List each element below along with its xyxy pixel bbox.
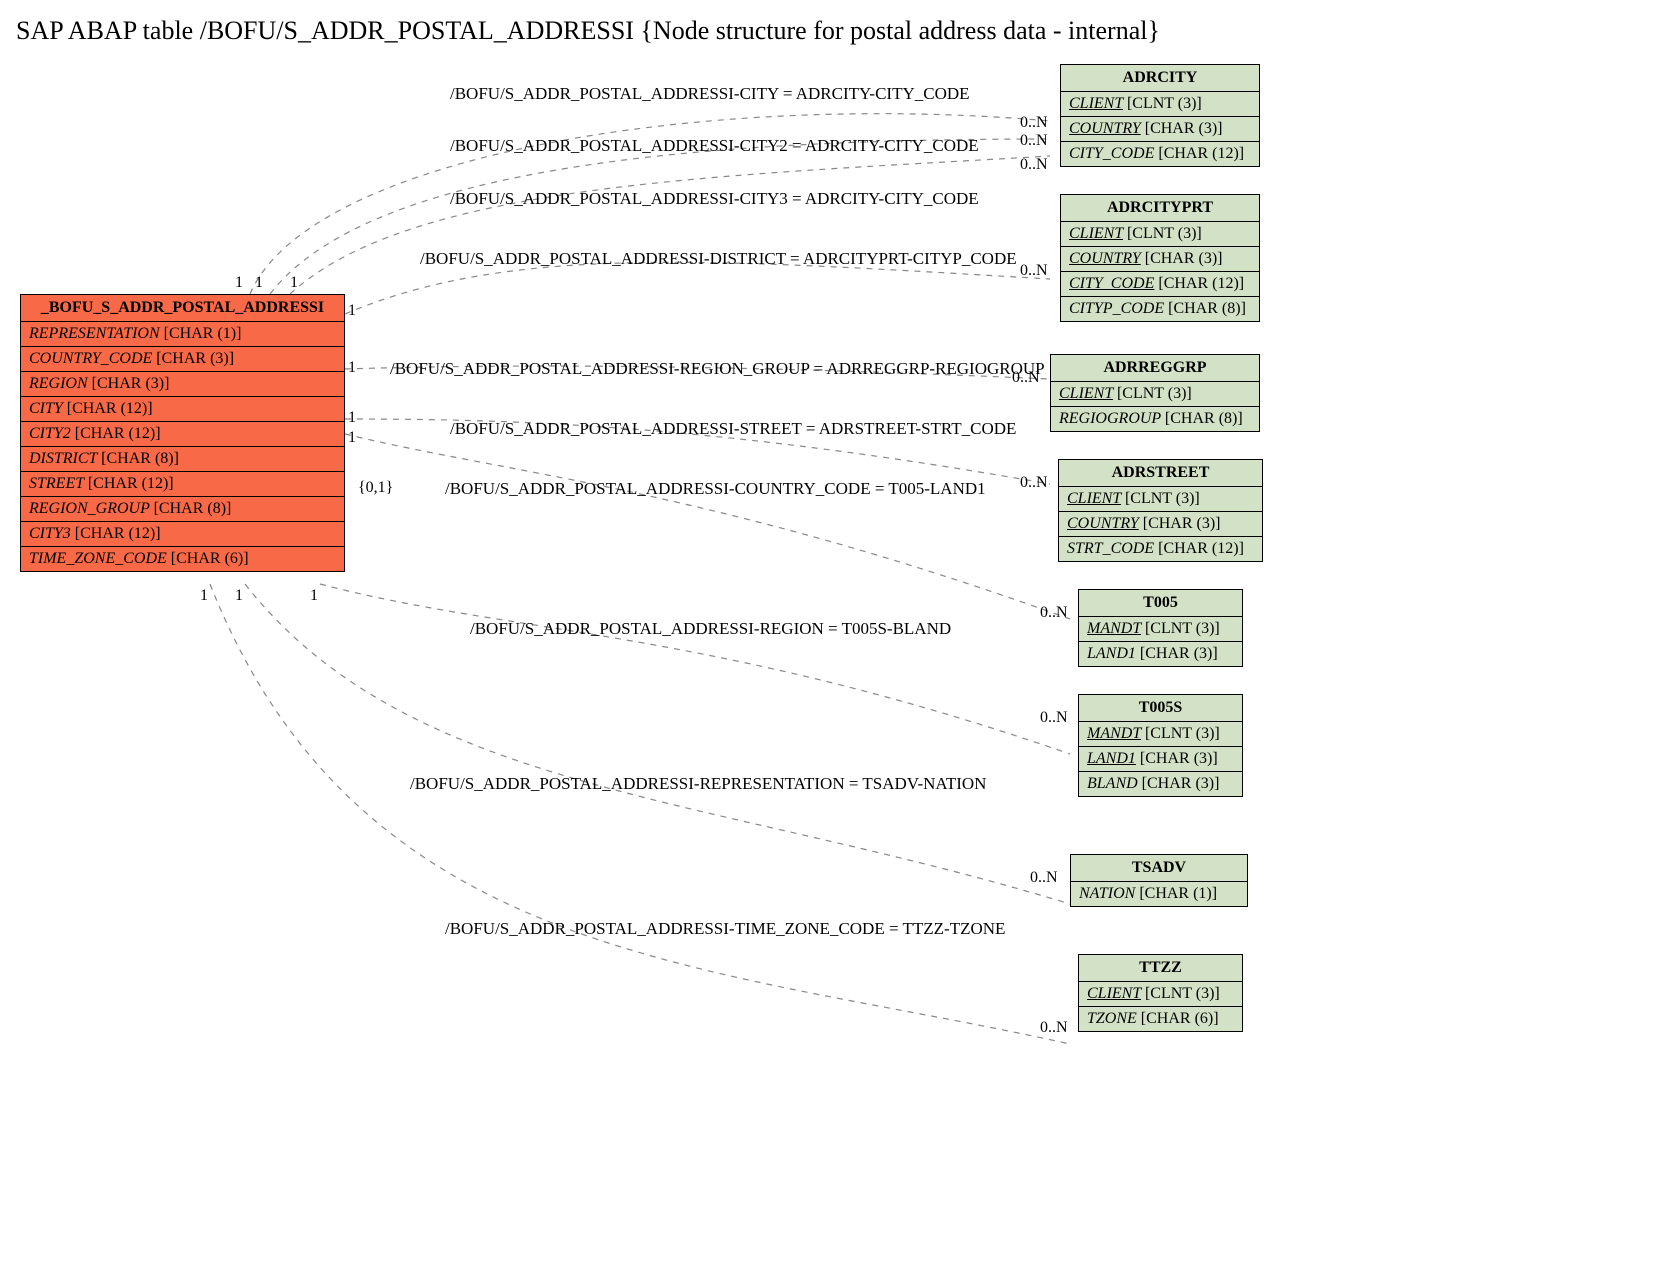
field-row: CITY_CODE [CHAR (12)] bbox=[1061, 272, 1259, 297]
relation-label: /BOFU/S_ADDR_POSTAL_ADDRESSI-REGION_GROU… bbox=[390, 359, 1045, 379]
field-row: STREET [CHAR (12)] bbox=[21, 472, 344, 497]
entity-adrreggrp: ADRREGGRP CLIENT [CLNT (3)] REGIOGROUP [… bbox=[1050, 354, 1260, 432]
cardinality-left: 1 bbox=[235, 274, 243, 292]
relation-label: /BOFU/S_ADDR_POSTAL_ADDRESSI-REPRESENTAT… bbox=[410, 774, 986, 794]
field-row: TIME_ZONE_CODE [CHAR (6)] bbox=[21, 547, 344, 571]
cardinality-left: {0,1} bbox=[358, 479, 393, 497]
field-row: CLIENT [CLNT (3)] bbox=[1059, 487, 1262, 512]
relation-label: /BOFU/S_ADDR_POSTAL_ADDRESSI-REGION = T0… bbox=[470, 619, 951, 639]
field-row: REPRESENTATION [CHAR (1)] bbox=[21, 322, 344, 347]
entity-header: ADRSTREET bbox=[1059, 460, 1262, 487]
field-row: COUNTRY [CHAR (3)] bbox=[1061, 117, 1259, 142]
cardinality-left: 1 bbox=[255, 274, 263, 292]
cardinality-right: 0..N bbox=[1020, 114, 1048, 132]
entity-header: ADRCITY bbox=[1061, 65, 1259, 92]
relation-label: /BOFU/S_ADDR_POSTAL_ADDRESSI-STREET = AD… bbox=[450, 419, 1016, 439]
cardinality-left: 1 bbox=[348, 302, 356, 320]
cardinality-right: 0..N bbox=[1030, 869, 1058, 887]
field-row: CLIENT [CLNT (3)] bbox=[1079, 982, 1242, 1007]
cardinality-left: 1 bbox=[310, 587, 318, 605]
field-row: COUNTRY_CODE [CHAR (3)] bbox=[21, 347, 344, 372]
field-row: MANDT [CLNT (3)] bbox=[1079, 722, 1242, 747]
entity-tsadv: TSADV NATION [CHAR (1)] bbox=[1070, 854, 1248, 907]
field-row: LAND1 [CHAR (3)] bbox=[1079, 642, 1242, 666]
field-row: CITY3 [CHAR (12)] bbox=[21, 522, 344, 547]
entity-adrcity: ADRCITY CLIENT [CLNT (3)] COUNTRY [CHAR … bbox=[1060, 64, 1260, 167]
cardinality-right: 0..N bbox=[1040, 709, 1068, 727]
entity-t005: T005 MANDT [CLNT (3)] LAND1 [CHAR (3)] bbox=[1078, 589, 1243, 667]
entity-header: TTZZ bbox=[1079, 955, 1242, 982]
entity-header: ADRCITYPRT bbox=[1061, 195, 1259, 222]
cardinality-left: 1 bbox=[348, 409, 356, 427]
field-row: LAND1 [CHAR (3)] bbox=[1079, 747, 1242, 772]
field-row: REGION [CHAR (3)] bbox=[21, 372, 344, 397]
cardinality-left: 1 bbox=[348, 429, 356, 447]
cardinality-right: 0..N bbox=[1040, 1019, 1068, 1037]
field-row: DISTRICT [CHAR (8)] bbox=[21, 447, 344, 472]
field-row: CITY_CODE [CHAR (12)] bbox=[1061, 142, 1259, 166]
cardinality-right: 0..N bbox=[1012, 369, 1040, 387]
field-row: STRT_CODE [CHAR (12)] bbox=[1059, 537, 1262, 561]
entity-adrstreet: ADRSTREET CLIENT [CLNT (3)] COUNTRY [CHA… bbox=[1058, 459, 1263, 562]
relation-label: /BOFU/S_ADDR_POSTAL_ADDRESSI-CITY3 = ADR… bbox=[450, 189, 979, 209]
relationship-lines bbox=[10, 64, 1650, 1284]
entity-header: T005S bbox=[1079, 695, 1242, 722]
field-row: COUNTRY [CHAR (3)] bbox=[1061, 247, 1259, 272]
entity-t005s: T005S MANDT [CLNT (3)] LAND1 [CHAR (3)] … bbox=[1078, 694, 1243, 797]
diagram-canvas: _BOFU_S_ADDR_POSTAL_ADDRESSI REPRESENTAT… bbox=[10, 64, 1650, 1284]
field-row: CITY [CHAR (12)] bbox=[21, 397, 344, 422]
field-row: CITY2 [CHAR (12)] bbox=[21, 422, 344, 447]
field-row: REGION_GROUP [CHAR (8)] bbox=[21, 497, 344, 522]
cardinality-right: 0..N bbox=[1040, 604, 1068, 622]
entity-adrcityprt: ADRCITYPRT CLIENT [CLNT (3)] COUNTRY [CH… bbox=[1060, 194, 1260, 322]
entity-header: T005 bbox=[1079, 590, 1242, 617]
cardinality-right: 0..N bbox=[1020, 156, 1048, 174]
relation-label: /BOFU/S_ADDR_POSTAL_ADDRESSI-TIME_ZONE_C… bbox=[445, 919, 1005, 939]
field-row: CLIENT [CLNT (3)] bbox=[1061, 222, 1259, 247]
cardinality-left: 1 bbox=[290, 274, 298, 292]
field-row: REGIOGROUP [CHAR (8)] bbox=[1051, 407, 1259, 431]
cardinality-left: 1 bbox=[348, 359, 356, 377]
field-row: BLAND [CHAR (3)] bbox=[1079, 772, 1242, 796]
field-row: CLIENT [CLNT (3)] bbox=[1051, 382, 1259, 407]
entity-header: TSADV bbox=[1071, 855, 1247, 882]
entity-source: _BOFU_S_ADDR_POSTAL_ADDRESSI REPRESENTAT… bbox=[20, 294, 345, 572]
field-row: CITYP_CODE [CHAR (8)] bbox=[1061, 297, 1259, 321]
field-row: COUNTRY [CHAR (3)] bbox=[1059, 512, 1262, 537]
entity-ttzz: TTZZ CLIENT [CLNT (3)] TZONE [CHAR (6)] bbox=[1078, 954, 1243, 1032]
page-title: SAP ABAP table /BOFU/S_ADDR_POSTAL_ADDRE… bbox=[10, 10, 1649, 64]
entity-source-header: _BOFU_S_ADDR_POSTAL_ADDRESSI bbox=[21, 295, 344, 322]
cardinality-right: 0..N bbox=[1020, 262, 1048, 280]
cardinality-left: 1 bbox=[200, 587, 208, 605]
relation-label: /BOFU/S_ADDR_POSTAL_ADDRESSI-CITY = ADRC… bbox=[450, 84, 970, 104]
entity-header: ADRREGGRP bbox=[1051, 355, 1259, 382]
cardinality-left: 1 bbox=[235, 587, 243, 605]
cardinality-right: 0..N bbox=[1020, 474, 1048, 492]
relation-label: /BOFU/S_ADDR_POSTAL_ADDRESSI-CITY2 = ADR… bbox=[450, 136, 979, 156]
field-row: NATION [CHAR (1)] bbox=[1071, 882, 1247, 906]
relation-label: /BOFU/S_ADDR_POSTAL_ADDRESSI-DISTRICT = … bbox=[420, 249, 1017, 269]
field-row: MANDT [CLNT (3)] bbox=[1079, 617, 1242, 642]
field-row: TZONE [CHAR (6)] bbox=[1079, 1007, 1242, 1031]
field-row: CLIENT [CLNT (3)] bbox=[1061, 92, 1259, 117]
relation-label: /BOFU/S_ADDR_POSTAL_ADDRESSI-COUNTRY_COD… bbox=[445, 479, 986, 499]
cardinality-right: 0..N bbox=[1020, 132, 1048, 150]
